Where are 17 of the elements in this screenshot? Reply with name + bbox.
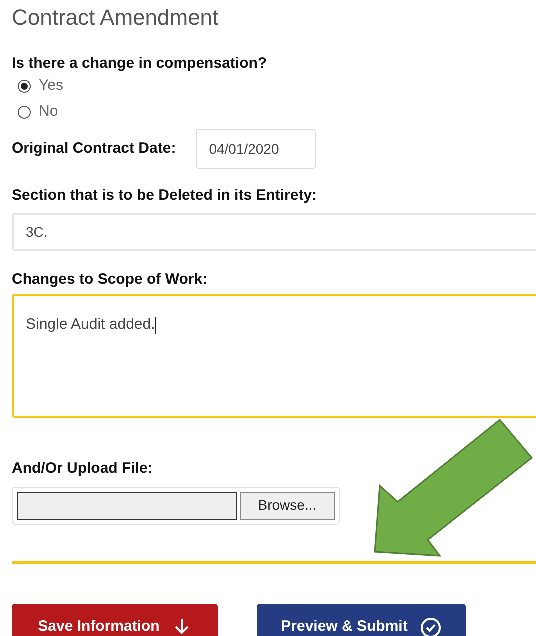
date-label: Original Contract Date: (12, 138, 176, 159)
file-upload-field[interactable]: Browse... (12, 486, 340, 524)
radio-button[interactable] (18, 80, 31, 92)
date-field[interactable]: 04/01/2020 (196, 129, 316, 169)
scope-textarea[interactable]: Single Audit added. (12, 294, 536, 418)
radio-label: No (39, 102, 58, 122)
submit-button[interactable]: Preview & Submit (257, 604, 466, 636)
question-label: Is there a change in compensation? (12, 54, 268, 74)
section-label: Section that is to be Deleted in its Entirety: (12, 186, 318, 206)
upload-label: And/Or Upload File: (12, 459, 153, 479)
save-button[interactable]: Save Information (12, 604, 218, 636)
radio-button[interactable] (18, 106, 31, 118)
scope-label: Changes to Scope of Work: (12, 270, 208, 290)
radio-label: Yes (39, 76, 64, 96)
page-title: Contract Amendment (12, 4, 220, 32)
browse-button[interactable]: Browse... (240, 492, 335, 520)
section-field[interactable]: 3C. (12, 212, 536, 250)
